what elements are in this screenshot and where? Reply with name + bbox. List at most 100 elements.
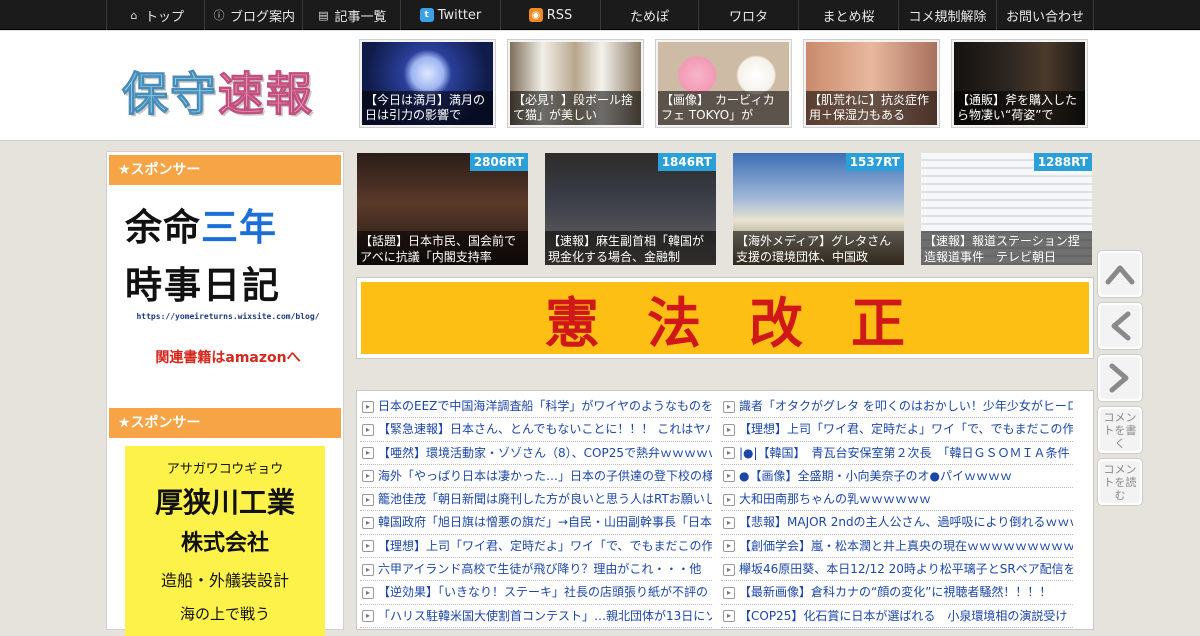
link-marker-icon: ▸ (362, 400, 374, 413)
list-item[interactable]: ▸ |●|【韓国】 青瓦台安保室第２次長 「韓日ＧＳＯＭＩＡ条件 (721, 442, 1073, 465)
header-article-thumb[interactable]: 【必見！】段ボール捨て猫」が美しい (507, 39, 644, 128)
sponsor-heading: ★スポンサー (109, 155, 341, 185)
list-item[interactable]: ▸ 【悲報】MAJOR 2ndの主人公さん、過呼吸により倒れるｗｗｗｗ (721, 511, 1073, 535)
link-text: 識者「オタクがグレタ を叩くのはおかしい！少年少女がヒーローに (739, 399, 1073, 413)
banner-text: 憲 法 改 正 (361, 282, 1089, 355)
list-item[interactable]: ▸ 【COP25】化石賞に日本が選ばれる 小泉環境相の演説受け (721, 605, 1073, 628)
link-text: 【唖然】環境活動家・ゾゾさん（8）、COP25で熱弁ｗｗｗｗｗ (378, 445, 712, 460)
chevron-right-icon (1100, 357, 1140, 399)
nav-rss[interactable]: ◉ RSS (500, 0, 600, 30)
link-text: 日本のEEZで中国海洋調査船「科学」がワイヤのようなものを海中に (378, 399, 712, 413)
link-marker-icon: ▸ (723, 540, 735, 553)
scroll-top-button[interactable] (1097, 250, 1143, 298)
twitter-icon: t (419, 8, 434, 22)
list-item[interactable]: ▸ 【創価学会】嵐・松本潤と井上真央の現在ｗｗｗｗｗｗｗｗｗｗ (721, 535, 1073, 559)
nav-tamepo[interactable]: ためぽ (600, 0, 698, 30)
retweet-count-badge: 1288RT (1033, 153, 1092, 171)
ranking-article-thumb[interactable]: 1846RT 【速報】麻生副首相「韓国が現金化する場合、金融制 (545, 153, 716, 265)
write-comment-button[interactable]: コメントを書く (1097, 406, 1143, 454)
prev-button[interactable] (1097, 302, 1143, 350)
constitution-banner[interactable]: 憲 法 改 正 (356, 277, 1094, 359)
list-item[interactable]: ▸ 欅坂46原田葵、本日12/12 20時より松平璃子とSRペア配信を実施 (721, 558, 1073, 582)
link-text: 【理想】上司「ワイ君、定時だよ」ワイ「で、でもまだこの作業が (739, 422, 1073, 437)
list-item[interactable]: ▸ 【理想】上司「ワイ君、定時だよ」ワイ「で、でもまだこの作業が (360, 535, 712, 559)
ad-title-line2: 時事日記 (125, 264, 281, 307)
sponsor-ad-yomei[interactable]: 余命三年 時事日記 https://yomeireturns.wixsite.c… (125, 197, 331, 367)
header-article-thumb[interactable]: 【通販】斧を購入したら物凄い“荷姿”で (951, 39, 1088, 128)
link-text: 【緊急速報】日本さん、とんでもないことに！！！ これはヤバい (378, 422, 712, 437)
nav-label: まとめ桜 (822, 9, 875, 25)
nav-twitter[interactable]: t Twitter (400, 0, 500, 30)
link-marker-icon: ▸ (723, 423, 735, 436)
list-item[interactable]: ▸ 六甲アイランド高校で生徒が飛び降り？理由がこれ・・・他 (360, 558, 712, 582)
thumb-caption: 【速報】報道ステーション捏造報道事件 テレビ朝日 (921, 231, 1092, 265)
thumb-caption: 【話題】日本市民、国会前でアベに抗議「内閣支持率 (357, 231, 528, 265)
list-item[interactable]: ▸ ●【画像】全盛期・小向美奈子のオ●パイｗｗｗｗ (721, 465, 1073, 489)
nav-warota[interactable]: ワロタ (698, 0, 798, 30)
list-item[interactable]: ▸ 大和田南那ちゃんの乳ｗｗｗｗｗｗ (721, 488, 1073, 512)
thumb-image: 【画像】 カービィカフェ TOKYO」が (658, 42, 789, 125)
logo-part1: 保守 (122, 67, 218, 122)
read-comment-label: コメントを読む (1100, 461, 1140, 503)
ad-tagline: 海の上で戦う (179, 605, 270, 623)
header-article-thumb[interactable]: 【肌荒れに】抗炎症作用＋保湿力もある (803, 39, 940, 128)
read-comment-button[interactable]: コメントを読む (1097, 458, 1143, 506)
thumb-caption: 【画像】 カービィカフェ TOKYO」が (658, 91, 789, 125)
thumb-caption: 【速報】麻生副首相「韓国が現金化する場合、金融制 (545, 231, 716, 265)
banner-char: 法 (647, 290, 701, 355)
nav-label: 記事一覧 (334, 9, 387, 25)
nav-home[interactable]: ⌂ トップ (106, 0, 204, 30)
ranking-article-thumb[interactable]: 1537RT 【海外メディア】グレタさん支援の環境団体、中国政 (733, 153, 904, 265)
list-item[interactable]: ▸ 韓国政府「旭日旗は憎悪の旗だ」→自民・山田副幹事長「日本 (360, 511, 712, 535)
ad-amazon-link[interactable]: 関連書籍はamazonへ (125, 347, 331, 367)
banner-char: 改 (749, 290, 803, 355)
nav-label: お問い合わせ (1005, 9, 1084, 25)
link-text: 籠池佳茂「朝日新聞は廃刊した方が良いと思う人はRTお願いします (378, 492, 712, 507)
link-text: 韓国政府「旭日旗は憎悪の旗だ」→自民・山田副幹事長「日本 (378, 515, 712, 530)
ad-title-a: 余命 (125, 206, 201, 249)
link-text: |●|【韓国】 青瓦台安保室第２次長 「韓日ＧＳＯＭＩＡ条件 (739, 445, 1070, 460)
list-item[interactable]: ▸ 【唖然】環境活動家・ゾゾさん（8）、COP25で熱弁ｗｗｗｗｗ (360, 442, 712, 465)
sidebar: ★スポンサー 余命三年 時事日記 https://yomeireturns.wi… (106, 151, 344, 636)
link-marker-icon: ▸ (723, 586, 735, 599)
link-marker-icon: ▸ (362, 423, 374, 436)
link-text: 大和田南那ちゃんの乳ｗｗｗｗｗｗ (739, 492, 932, 507)
link-marker-icon: ▸ (362, 540, 374, 553)
header-article-thumb[interactable]: 【今日は満月】満月の日は引力の影響で (359, 39, 496, 128)
thumb-caption: 【今日は満月】満月の日は引力の影響で (362, 91, 493, 125)
nav-blog-guide[interactable]: ⓘ ブログ案内 (204, 0, 302, 30)
nav-contact[interactable]: お問い合わせ (996, 0, 1094, 30)
sponsor-ad-asagawa[interactable]: アサガワコウギョウ 厚狭川工業 株式会社 造船・外艤装設計 海の上で戦う (125, 446, 325, 636)
chevron-left-icon (1100, 305, 1140, 347)
link-marker-icon: ▸ (362, 610, 374, 623)
list-item[interactable]: ▸ 【緊急速報】日本さん、とんでもないことに！！！ これはヤバい (360, 418, 712, 442)
list-item[interactable]: ▸ 【最新画像】倉科カナの“顔の変化”に視聴者騒然！！！！ (721, 581, 1073, 605)
link-marker-icon: ▸ (362, 470, 374, 483)
nav-comment-unblock[interactable]: コメ規制解除 (898, 0, 996, 30)
list-item[interactable]: ▸ 【逆効果】「いきなり！ステーキ」社長の店頭張り紙が不評の (360, 581, 712, 605)
header-article-thumb[interactable]: 【画像】 カービィカフェ TOKYO」が (655, 39, 792, 128)
link-marker-icon: ▸ (723, 400, 735, 413)
link-marker-icon: ▸ (362, 563, 374, 576)
list-item[interactable]: ▸ 海外「やっぱり日本は凄かった…」日本の子供達の登下校の様子に (360, 465, 712, 489)
ad-title-line1: 余命三年 (125, 197, 331, 251)
site-logo[interactable]: 保守速報 (122, 58, 314, 124)
retweet-count-badge: 2806RT (469, 153, 528, 171)
banner-char: 正 (851, 290, 905, 355)
ranking-article-thumb[interactable]: 2806RT 【話題】日本市民、国会前でアベに抗議「内閣支持率 (357, 153, 528, 265)
list-item[interactable]: ▸ 日本のEEZで中国海洋調査船「科学」がワイヤのようなものを海中に (360, 395, 712, 419)
nav-article-list[interactable]: ▤ 記事一覧 (302, 0, 400, 30)
ad-url: https://yomeireturns.wixsite.com/blog/ (136, 312, 320, 321)
list-item[interactable]: ▸ 識者「オタクがグレタ を叩くのはおかしい！少年少女がヒーローに (721, 395, 1073, 419)
link-marker-icon: ▸ (723, 516, 735, 529)
list-item[interactable]: ▸ 「ハリス駐韓米国大使割首コンテスト」…親北団体が13日にソウル (360, 605, 712, 628)
list-item[interactable]: ▸ 【理想】上司「ワイ君、定時だよ」ワイ「で、でもまだこの作業が (721, 418, 1073, 442)
next-button[interactable] (1097, 354, 1143, 402)
nav-label: RSS (546, 7, 573, 23)
thumb-image: 【今日は満月】満月の日は引力の影響で (362, 42, 493, 125)
link-text: 「ハリス駐韓米国大使割首コンテスト」…親北団体が13日にソウル (378, 608, 712, 623)
link-text: ●【画像】全盛期・小向美奈子のオ●パイｗｗｗｗ (739, 468, 1012, 483)
list-item[interactable]: ▸ 籠池佳茂「朝日新聞は廃刊した方が良いと思う人はRTお願いします (360, 488, 712, 512)
ranking-article-thumb[interactable]: 1288RT 【速報】報道ステーション捏造報道事件 テレビ朝日 (921, 153, 1092, 265)
nav-matome-sakura[interactable]: まとめ桜 (798, 0, 898, 30)
